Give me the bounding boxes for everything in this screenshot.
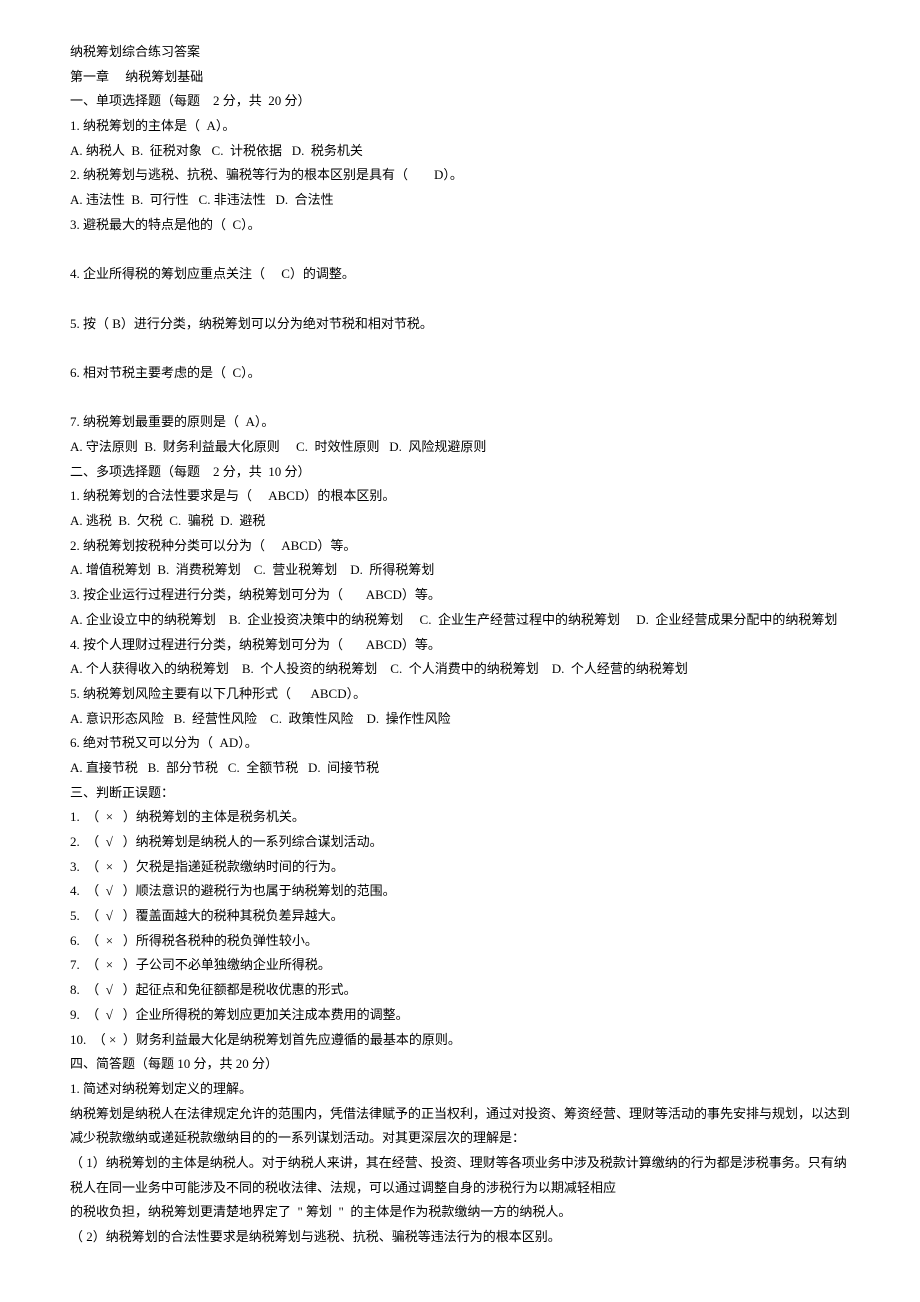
text-line: 6. （ × ）所得税各税种的税负弹性较小。 bbox=[70, 929, 850, 954]
text-line: 4. （ √ ）顺法意识的避税行为也属于纳税筹划的范围。 bbox=[70, 879, 850, 904]
text-line: A. 增值税筹划 B. 消费税筹划 C. 营业税筹划 D. 所得税筹划 bbox=[70, 558, 850, 583]
text-line: 二、多项选择题（每题 2 分，共 10 分） bbox=[70, 460, 850, 485]
text-line: 一、单项选择题（每题 2 分，共 20 分） bbox=[70, 89, 850, 114]
text-line: 的税收负担，纳税筹划更清楚地界定了 " 筹划 " 的主体是作为税款缴纳一方的纳税… bbox=[70, 1200, 850, 1225]
text-line bbox=[70, 386, 850, 411]
text-line: 纳税筹划综合练习答案 bbox=[70, 40, 850, 65]
text-line: 四、简答题（每题 10 分，共 20 分） bbox=[70, 1052, 850, 1077]
text-line: （ 1）纳税筹划的主体是纳税人。对于纳税人来讲，其在经营、投资、理财等各项业务中… bbox=[70, 1151, 850, 1200]
text-line: A. 意识形态风险 B. 经营性风险 C. 政策性风险 D. 操作性风险 bbox=[70, 707, 850, 732]
document-body: 纳税筹划综合练习答案第一章 纳税筹划基础一、单项选择题（每题 2 分，共 20 … bbox=[70, 40, 850, 1250]
text-line: 1. 简述对纳税筹划定义的理解。 bbox=[70, 1077, 850, 1102]
text-line: 7. （ × ）子公司不必单独缴纳企业所得税。 bbox=[70, 953, 850, 978]
text-line: A. 逃税 B. 欠税 C. 骗税 D. 避税 bbox=[70, 509, 850, 534]
text-line: 1. 纳税筹划的主体是（ A）。 bbox=[70, 114, 850, 139]
text-line: 三、判断正误题： bbox=[70, 781, 850, 806]
text-line: 9. （ √ ）企业所得税的筹划应更加关注成本费用的调整。 bbox=[70, 1003, 850, 1028]
text-line: 第一章 纳税筹划基础 bbox=[70, 65, 850, 90]
text-line: 2. 纳税筹划按税种分类可以分为（ ABCD）等。 bbox=[70, 534, 850, 559]
text-line: 2. （ √ ）纳税筹划是纳税人的一系列综合谋划活动。 bbox=[70, 830, 850, 855]
text-line: 6. 绝对节税又可以分为（ AD）。 bbox=[70, 731, 850, 756]
text-line: 4. 企业所得税的筹划应重点关注（ C）的调整。 bbox=[70, 262, 850, 287]
text-line: 3. 按企业运行过程进行分类，纳税筹划可分为（ ABCD）等。 bbox=[70, 583, 850, 608]
text-line: A. 企业设立中的纳税筹划 B. 企业投资决策中的纳税筹划 C. 企业生产经营过… bbox=[70, 608, 850, 633]
text-line: 7. 纳税筹划最重要的原则是（ A）。 bbox=[70, 410, 850, 435]
text-line: 5. （ √ ）覆盖面越大的税种其税负差异越大。 bbox=[70, 904, 850, 929]
text-line: 6. 相对节税主要考虑的是（ C）。 bbox=[70, 361, 850, 386]
text-line: 5. 纳税筹划风险主要有以下几种形式（ ABCD）。 bbox=[70, 682, 850, 707]
text-line bbox=[70, 336, 850, 361]
text-line: A. 守法原则 B. 财务利益最大化原则 C. 时效性原则 D. 风险规避原则 bbox=[70, 435, 850, 460]
text-line: 纳税筹划是纳税人在法律规定允许的范围内，凭借法律赋予的正当权利，通过对投资、筹资… bbox=[70, 1102, 850, 1151]
text-line: 3. （ × ）欠税是指递延税款缴纳时间的行为。 bbox=[70, 855, 850, 880]
text-line: 4. 按个人理财过程进行分类，纳税筹划可分为（ ABCD）等。 bbox=[70, 633, 850, 658]
text-line bbox=[70, 287, 850, 312]
text-line: 2. 纳税筹划与逃税、抗税、骗税等行为的根本区别是具有（ D）。 bbox=[70, 163, 850, 188]
text-line bbox=[70, 238, 850, 263]
text-line: A. 个人获得收入的纳税筹划 B. 个人投资的纳税筹划 C. 个人消费中的纳税筹… bbox=[70, 657, 850, 682]
text-line: 5. 按（ B）进行分类，纳税筹划可以分为绝对节税和相对节税。 bbox=[70, 312, 850, 337]
text-line: A. 违法性 B. 可行性 C. 非违法性 D. 合法性 bbox=[70, 188, 850, 213]
text-line: A. 直接节税 B. 部分节税 C. 全额节税 D. 间接节税 bbox=[70, 756, 850, 781]
text-line: 3. 避税最大的特点是他的（ C）。 bbox=[70, 213, 850, 238]
text-line: A. 纳税人 B. 征税对象 C. 计税依据 D. 税务机关 bbox=[70, 139, 850, 164]
text-line: 1. （ × ）纳税筹划的主体是税务机关。 bbox=[70, 805, 850, 830]
text-line: （ 2）纳税筹划的合法性要求是纳税筹划与逃税、抗税、骗税等违法行为的根本区别。 bbox=[70, 1225, 850, 1250]
text-line: 1. 纳税筹划的合法性要求是与（ ABCD）的根本区别。 bbox=[70, 484, 850, 509]
text-line: 8. （ √ ）起征点和免征额都是税收优惠的形式。 bbox=[70, 978, 850, 1003]
text-line: 10. （ × ）财务利益最大化是纳税筹划首先应遵循的最基本的原则。 bbox=[70, 1028, 850, 1053]
